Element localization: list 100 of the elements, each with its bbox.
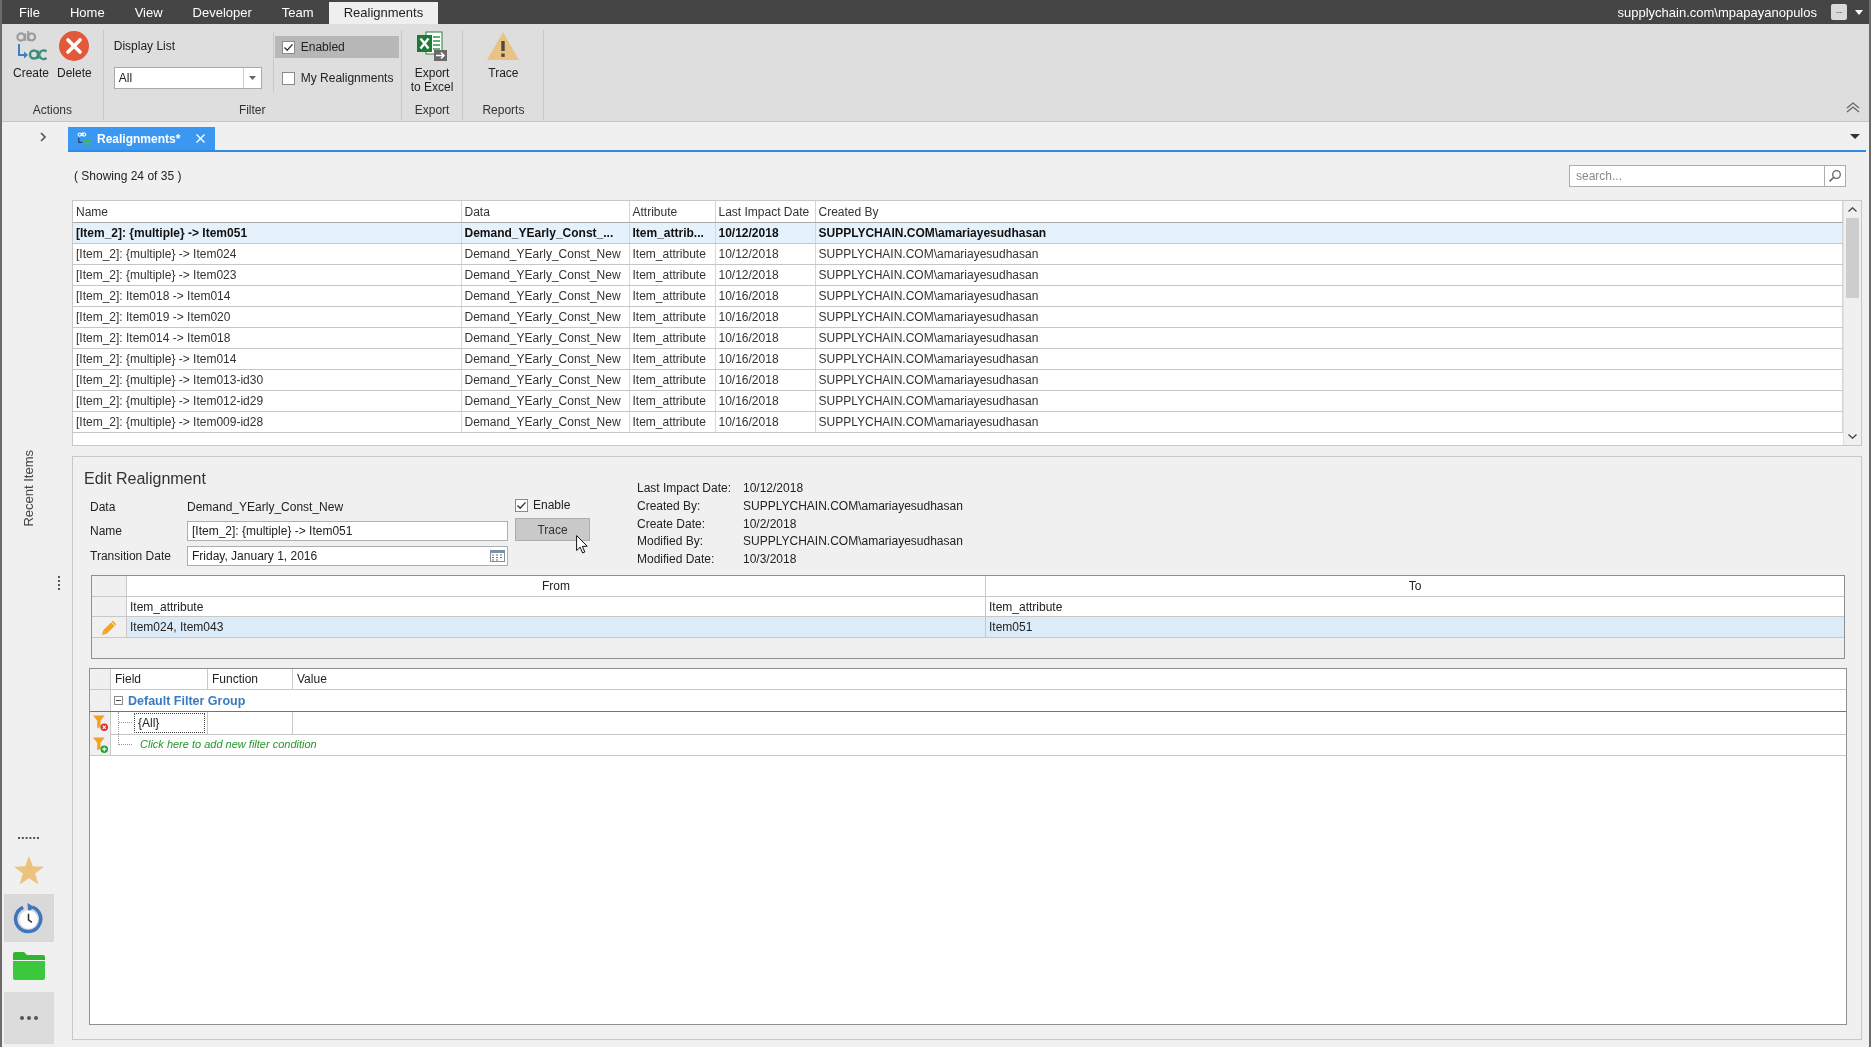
- close-icon[interactable]: [196, 134, 206, 143]
- create-button[interactable]: Create: [10, 30, 53, 80]
- column-header[interactable]: Last Impact Date: [715, 201, 815, 223]
- checkbox[interactable]: [281, 40, 295, 54]
- sidebar-title[interactable]: Recent Items: [21, 450, 36, 527]
- table-cell: Item_attribute: [629, 285, 715, 307]
- info-value: SUPPLYCHAIN.COM\amariayesudhasan: [743, 533, 963, 551]
- table-cell: SUPPLYCHAIN.COM\amariayesudhasan: [815, 285, 1843, 307]
- table-cell: SUPPLYCHAIN.COM\amariayesudhasan: [815, 369, 1843, 391]
- scroll-up-icon[interactable]: [1848, 207, 1857, 212]
- delete-icon: [59, 30, 90, 62]
- funnel-remove-icon[interactable]: [92, 715, 108, 731]
- table-row[interactable]: [Item_2]: Item014 -> Item018 Demand_YEarly_Const_New Item_attribute 10/16/2018 SUPPLYCHAIN.COM\amariayesudhasan: [73, 327, 1843, 349]
- table-cell: [Item_2]: {multiple} -> Item009-id28: [73, 411, 461, 433]
- record-count: ( Showing 24 of 35 ): [74, 169, 182, 183]
- rename-icon: [15, 30, 47, 62]
- display-list-dropdown[interactable]: All: [113, 67, 262, 89]
- table-cell[interactable]: {All}: [134, 713, 205, 733]
- table-row[interactable]: [Item_2]: {multiple} -> Item013-id30 Demand_YEarly_Const_New Item_attribute 10/16/2018 SUPPLYCHAIN.COM\amariayesudhasan: [73, 369, 1843, 391]
- table-cell: 10/16/2018: [715, 390, 815, 412]
- caret-icon[interactable]: [1850, 133, 1860, 139]
- calendar-icon[interactable]: [490, 550, 505, 562]
- table-row[interactable]: [Item_2]: {multiple} -> Item023 Demand_YEarly_Const_New Item_attribute 10/12/2018 SUPPLYCHAIN.COM\amariayesudhasan: [73, 264, 1843, 286]
- export-button[interactable]: Export to Excel: [407, 30, 457, 94]
- row-header-cell: [92, 597, 127, 617]
- column-header[interactable]: Value: [293, 669, 1846, 690]
- table-row[interactable]: [Item_2]: Item018 -> Item014 Demand_YEarly_Const_New Item_attribute 10/16/2018 SUPPLYCHAIN.COM\amariayesudhasan: [73, 285, 1843, 307]
- scroll-down-icon[interactable]: [1848, 434, 1857, 439]
- minus-box-icon[interactable]: [114, 696, 123, 705]
- table-row[interactable]: [Item_2]: {multiple} -> Item051 Demand_YEarly_Const_... Item_attrib... 10/12/2018 SUPPLYCHAIN.COM\amariayesudhasan: [73, 222, 1843, 244]
- add-condition-link[interactable]: Click here to add new filter condition: [140, 734, 317, 755]
- column-header[interactable]: Field: [111, 669, 208, 690]
- table-cell: Item051: [986, 617, 1844, 638]
- star-icon: [13, 855, 44, 885]
- column-header[interactable]: To: [986, 576, 1844, 597]
- scrollbar[interactable]: [1843, 201, 1861, 445]
- trace-button[interactable]: Trace: [515, 518, 590, 541]
- menu-tab[interactable]: Realignments: [328, 2, 439, 24]
- caret-icon[interactable]: [248, 76, 256, 80]
- group-label: Filter: [237, 102, 267, 119]
- table-row[interactable]: [Item_2]: {multiple} -> Item009-id28 Demand_YEarly_Const_New Item_attribute 10/16/2018 SUPPLYCHAIN.COM\amariayesudhasan: [73, 411, 1843, 433]
- info-label: Last Impact Date:: [637, 480, 733, 497]
- caret-icon[interactable]: [1855, 9, 1863, 15]
- delete-button[interactable]: Delete: [54, 30, 95, 80]
- field-label: Name: [90, 524, 123, 538]
- table-cell: Demand_YEarly_Const_New: [461, 369, 629, 391]
- checkbox[interactable]: [281, 71, 295, 85]
- menu-tab[interactable]: File: [4, 2, 55, 24]
- menu-tab[interactable]: Home: [54, 2, 120, 24]
- menu-tab[interactable]: Developer: [177, 2, 267, 24]
- table-cell: [Item_2]: Item018 -> Item014: [73, 285, 461, 307]
- name-field[interactable]: [Item_2]: {multiple} -> Item051: [187, 521, 508, 541]
- row-header-cell: [90, 669, 111, 690]
- panel-title: Edit Realignment: [84, 469, 207, 489]
- funnel-add-icon[interactable]: [92, 736, 108, 753]
- column-header[interactable]: Attribute: [629, 201, 715, 223]
- menu-tab[interactable]: Team: [266, 2, 329, 24]
- table-cell: 10/16/2018: [715, 306, 815, 328]
- filter-option[interactable]: My Realignments: [274, 67, 399, 89]
- column-header[interactable]: Name: [73, 201, 461, 223]
- table-row[interactable]: [Item_2]: {multiple} -> Item012-id29 Demand_YEarly_Const_New Item_attribute 10/16/2018 SUPPLYCHAIN.COM\amariayesudhasan: [73, 390, 1843, 412]
- search-button[interactable]: [1825, 165, 1846, 187]
- trace-button[interactable]: Trace: [484, 30, 523, 80]
- column-header[interactable]: From: [127, 576, 986, 597]
- column-header[interactable]: Created By: [815, 201, 1843, 223]
- table-cell: 10/16/2018: [715, 411, 815, 433]
- field-label: Transition Date: [90, 549, 172, 563]
- warning-icon: [487, 30, 520, 62]
- table-cell: Item_attribute: [629, 243, 715, 265]
- filter-option[interactable]: Enabled: [274, 36, 399, 58]
- column-header[interactable]: Data: [461, 201, 629, 223]
- info-value: 10/2/2018: [743, 515, 797, 533]
- table-cell: Demand_YEarly_Const_New: [461, 390, 629, 412]
- user-name: supplychain.com\mpapayanopulos: [1617, 4, 1817, 20]
- row-header-cell: [92, 576, 127, 597]
- checkbox[interactable]: [515, 498, 528, 512]
- table-cell: Demand_YEarly_Const_New: [461, 306, 629, 328]
- table-cell: Item_attribute: [629, 306, 715, 328]
- table-row[interactable]: [Item_2]: Item019 -> Item020 Demand_YEarly_Const_New Item_attribute 10/16/2018 SUPPLYCHAIN.COM\amariayesudhasan: [73, 306, 1843, 328]
- table-row[interactable]: Item024, Item043 Item051: [92, 617, 1844, 638]
- search-field[interactable]: search...: [1569, 165, 1825, 187]
- table-cell: SUPPLYCHAIN.COM\amariayesudhasan: [815, 327, 1843, 349]
- table-cell: [Item_2]: {multiple} -> Item024: [73, 243, 461, 265]
- info-label: Modified By:: [637, 533, 705, 551]
- table-cell: [Item_2]: {multiple} -> Item051: [73, 222, 461, 244]
- recent-items-button[interactable]: [3, 894, 54, 942]
- chevron-right-icon[interactable]: [40, 132, 46, 142]
- user-menu-button[interactable]: --: [1831, 4, 1847, 20]
- table-cell: [Item_2]: {multiple} -> Item012-id29: [73, 390, 461, 412]
- collapse-icon[interactable]: [1846, 102, 1860, 113]
- table-row[interactable]: [Item_2]: {multiple} -> Item014 Demand_YEarly_Const_New Item_attribute 10/16/2018 SUPPLYCHAIN.COM\amariayesudhasan: [73, 348, 1843, 370]
- table-row[interactable]: [Item_2]: {multiple} -> Item024 Demand_YEarly_Const_New Item_attribute 10/12/2018 SUPPLYCHAIN.COM\amariayesudhasan: [73, 243, 1843, 265]
- table-cell[interactable]: [208, 712, 293, 735]
- scroll-thumb[interactable]: [1846, 218, 1859, 298]
- column-header[interactable]: Function: [208, 669, 293, 690]
- date-field[interactable]: Friday, January 1, 2016: [187, 546, 508, 566]
- rename-icon: [77, 132, 91, 145]
- more-icon: [19, 1016, 38, 1020]
- menu-tab[interactable]: View: [119, 2, 178, 24]
- field-value: Demand_YEarly_Const_New: [187, 499, 344, 514]
